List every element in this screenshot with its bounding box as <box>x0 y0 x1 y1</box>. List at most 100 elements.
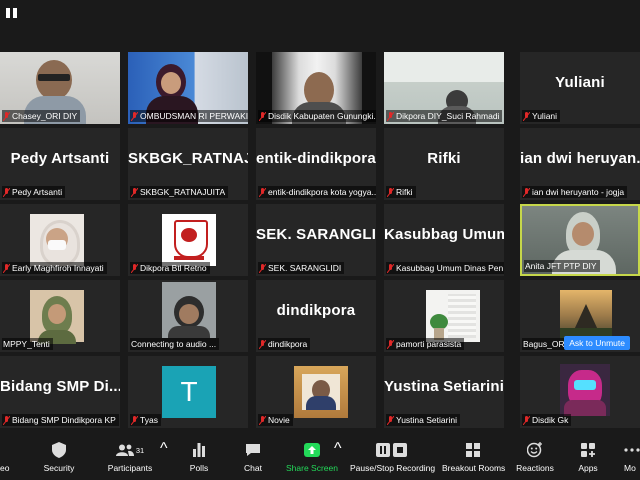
participants-count: 31 <box>135 445 145 455</box>
avatar-letter: T <box>180 376 198 407</box>
participant-name-label: Pedy Artsanti <box>2 186 66 198</box>
share-screen-button[interactable]: Share Screen <box>286 440 338 478</box>
participant-name-label: Anita JFT PTP DIY <box>524 260 600 272</box>
meeting-toolbar: eo Security 31 Participants ^ Polls Chat… <box>0 436 640 480</box>
video-tile[interactable]: pamorti parasista <box>384 280 504 352</box>
participant-name-label: Novie <box>258 414 293 426</box>
breakout-rooms-button[interactable]: Breakout Rooms <box>442 440 505 478</box>
video-tile[interactable]: Kasubbag Umum... Kasubbag Umum Dinas Pen… <box>384 204 504 276</box>
video-tile[interactable]: entik-dindikpora... entik-dindikpora kot… <box>256 128 376 200</box>
participant-name-label: Disdik Gk <box>522 414 572 426</box>
reactions-label: Reactions <box>516 463 554 473</box>
video-tile[interactable]: Disdik Kabupaten Gunungki... <box>256 52 376 124</box>
video-tile[interactable]: Pedy Artsanti Pedy Artsanti <box>0 128 120 200</box>
video-tile[interactable]: Novie <box>256 356 376 428</box>
breakout-rooms-icon <box>466 443 480 457</box>
video-tile[interactable]: T Tyas <box>128 356 248 428</box>
video-tile[interactable]: Yuliani Yuliani <box>520 52 640 124</box>
muted-mic-icon <box>387 111 394 121</box>
participants-label: Participants <box>107 463 153 473</box>
muted-mic-icon <box>3 415 10 425</box>
video-tile[interactable]: Disdik Gk <box>520 356 640 428</box>
muted-mic-icon <box>131 111 138 121</box>
participant-photo <box>30 214 84 266</box>
share-caret[interactable]: ^ <box>334 440 342 478</box>
participant-name-label: Tyas <box>130 414 161 426</box>
participant-display-name: dindikpora <box>276 302 356 319</box>
participant-display-name: Bidang SMP Di... <box>0 378 120 395</box>
polls-icon <box>193 443 205 457</box>
participant-name-label: SEK. SARANGLIDI <box>258 262 345 274</box>
apps-label: Apps <box>578 463 598 473</box>
share-screen-label: Share Screen <box>286 463 338 473</box>
participant-name-label: Connecting to audio ... <box>130 338 220 350</box>
reactions-button[interactable]: Reactions <box>516 440 554 478</box>
video-tile[interactable]: OMBUDSMAN RI PERWAKIL... <box>128 52 248 124</box>
more-label: Mo <box>624 463 636 473</box>
video-button[interactable]: eo <box>0 440 20 478</box>
participant-logo <box>162 214 216 266</box>
video-tile[interactable]: Chasey_ORI DIY <box>0 52 120 124</box>
video-tile[interactable]: Connecting to audio ... <box>128 280 248 352</box>
participant-display-name: Yustina Setiarini <box>384 378 504 395</box>
ask-to-unmute-button[interactable]: Ask to Unmute <box>564 336 630 350</box>
video-tile[interactable]: SEK. SARANGLIDI SEK. SARANGLIDI <box>256 204 376 276</box>
muted-mic-icon <box>523 111 530 121</box>
video-tile[interactable]: Rifki Rifki <box>384 128 504 200</box>
participant-name-label: Kasubbag Umum Dinas Pen... <box>386 262 504 274</box>
video-tile-active-speaker[interactable]: Anita JFT PTP DIY <box>520 204 640 276</box>
more-icon <box>624 448 640 452</box>
participant-photo <box>162 282 216 338</box>
participant-name-label: Dikpora Btl Retno <box>130 262 210 274</box>
chat-button[interactable]: Chat <box>238 440 268 478</box>
polls-button[interactable]: Polls <box>184 440 214 478</box>
participant-name-label: OMBUDSMAN RI PERWAKIL... <box>130 110 248 122</box>
apps-button[interactable]: Apps <box>572 440 604 478</box>
muted-mic-icon <box>3 111 10 121</box>
avatar: T <box>162 366 216 418</box>
video-tile[interactable]: Bagus_ORIJogja Ask to Unmute <box>520 280 640 352</box>
participant-name-label: MPPY_Tenti <box>2 338 53 350</box>
video-tile[interactable]: SKBGK_RATNAJ... SKBGK_RATNAJUITA <box>128 128 248 200</box>
muted-mic-icon <box>131 187 138 197</box>
polls-label: Polls <box>189 463 209 473</box>
participant-name-label: dindikpora <box>258 338 311 350</box>
participant-name-label: Early Maghfiroh Innayati <box>2 262 107 274</box>
participant-display-name: SEK. SARANGLIDI <box>256 226 376 243</box>
participant-name-label: Yuliani <box>522 110 561 122</box>
more-button[interactable]: Mo <box>624 440 640 478</box>
pause-icon[interactable] <box>6 8 18 20</box>
video-tile[interactable]: Yustina Setiarini Yustina Setiarini <box>384 356 504 428</box>
video-label: eo <box>0 463 10 473</box>
muted-mic-icon <box>387 415 394 425</box>
muted-mic-icon <box>259 339 266 349</box>
video-tile[interactable]: ian dwi heruyan... ian dwi heruyanto - j… <box>520 128 640 200</box>
chat-icon <box>246 444 260 456</box>
participant-photo <box>426 290 480 342</box>
security-button[interactable]: Security <box>36 440 82 478</box>
participant-name-label: Chasey_ORI DIY <box>2 110 81 122</box>
video-tile[interactable]: Bidang SMP Di... Bidang SMP Dindikpora K… <box>0 356 120 428</box>
pause-stop-recording-button[interactable]: Pause/Stop Recording <box>350 440 436 478</box>
participant-photo <box>560 290 612 342</box>
video-tile[interactable]: dindikpora dindikpora <box>256 280 376 352</box>
share-screen-icon <box>304 443 320 457</box>
participants-button[interactable]: 31 Participants <box>104 440 156 478</box>
video-tile[interactable]: MPPY_Tenti <box>0 280 120 352</box>
participant-name-label: Rifki <box>386 186 416 198</box>
security-label: Security <box>43 463 75 473</box>
stop-recording-icon <box>392 443 407 457</box>
muted-mic-icon <box>387 339 394 349</box>
video-tile[interactable]: Dikpora DIY_Suci Rahmadi <box>384 52 504 124</box>
participant-photo <box>30 290 84 344</box>
participants-caret[interactable]: ^ <box>160 440 168 478</box>
muted-mic-icon <box>259 263 266 273</box>
pause-stop-recording-label: Pause/Stop Recording <box>350 463 436 473</box>
video-tile[interactable]: Dikpora Btl Retno <box>128 204 248 276</box>
muted-mic-icon <box>387 187 394 197</box>
participants-icon <box>115 444 134 456</box>
participant-name-label: Dikpora DIY_Suci Rahmadi <box>386 110 503 122</box>
video-tile[interactable]: Early Maghfiroh Innayati <box>0 204 120 276</box>
participant-photo <box>560 364 610 416</box>
muted-mic-icon <box>523 187 530 197</box>
